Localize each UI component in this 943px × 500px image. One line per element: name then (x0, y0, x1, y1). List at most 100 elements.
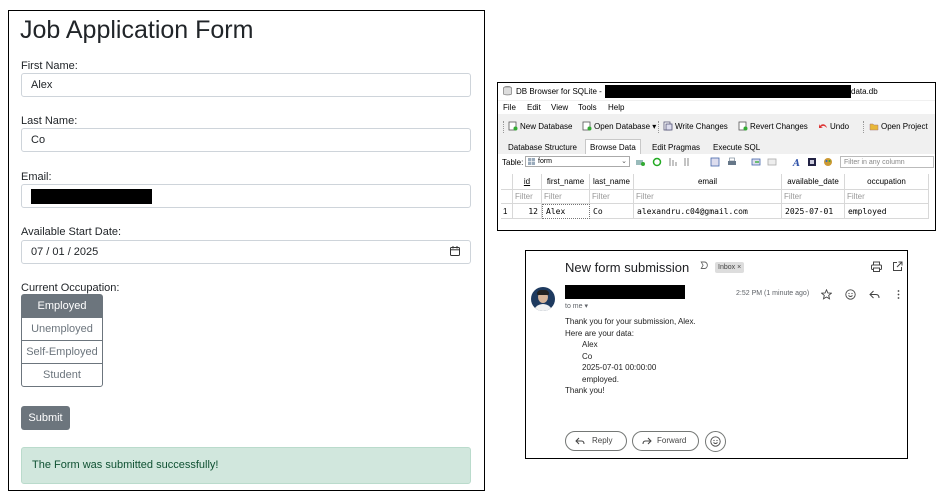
first-name-input[interactable]: Alex (21, 73, 471, 97)
star-icon[interactable] (821, 289, 832, 300)
avatar-shirt (533, 304, 553, 311)
open-project-button[interactable]: Open Project (869, 121, 928, 131)
svg-text:A: A (792, 159, 800, 167)
menu-edit[interactable]: Edit (527, 103, 541, 112)
delete-record-icon[interactable] (767, 157, 777, 167)
db-toolbar: New Database Open Database ▾ Write Chang… (498, 117, 935, 137)
db-window-title: DB Browser for SQLite - (516, 87, 602, 96)
column-header-email[interactable]: email (634, 174, 782, 190)
cell-id[interactable]: 12 (513, 204, 542, 219)
label-important-icon[interactable]: ᗤ (700, 261, 708, 272)
filter-last-name-input[interactable]: Filter (590, 190, 634, 204)
color-palette-icon[interactable] (823, 157, 833, 167)
occupation-label: Current Occupation: (21, 282, 120, 294)
insert-record-icon[interactable] (710, 157, 720, 167)
highlight-icon[interactable] (807, 157, 817, 167)
calendar-icon[interactable] (450, 246, 460, 256)
occupation-self-employed-button[interactable]: Self-Employed (21, 340, 103, 364)
print-icon[interactable] (727, 157, 737, 167)
emoji-reaction-button[interactable] (705, 431, 726, 452)
filter-occupation-input[interactable]: Filter (845, 190, 929, 204)
open-in-new-window-icon[interactable] (892, 261, 903, 272)
occupation-student-button[interactable]: Student (21, 363, 103, 387)
email-greeting: Thank you for your submission, Alex. (565, 317, 696, 326)
email-timestamp: 2:52 PM (1 minute ago) (736, 290, 810, 297)
revert-changes-button[interactable]: Revert Changes (738, 121, 808, 131)
menu-view[interactable]: View (551, 103, 568, 112)
clear-filters-icon[interactable] (635, 157, 645, 167)
filter-first-name-input[interactable]: Filter (542, 190, 590, 204)
font-icon[interactable]: A (791, 157, 801, 167)
column-header-last-name[interactable]: last_name (590, 174, 634, 190)
row-number[interactable]: 1 (501, 204, 513, 219)
start-date-label: Available Start Date: (21, 226, 122, 238)
email-input[interactable] (21, 184, 471, 208)
reply-button[interactable]: Reply (565, 431, 627, 451)
last-name-input[interactable]: Co (21, 128, 471, 152)
filter-in-any-column-input[interactable]: Filter in any column (840, 156, 934, 168)
open-database-icon (582, 121, 592, 131)
table-icon (528, 158, 535, 165)
success-alert: The Form was submitted successfully! (21, 447, 471, 484)
cell-last-name[interactable]: Co (590, 204, 634, 219)
sort-icon[interactable] (668, 157, 678, 167)
email-value-occupation: employed. (582, 375, 619, 384)
filter-id-input[interactable]: Filter (513, 190, 542, 204)
inbox-label-text: Inbox (718, 264, 736, 271)
sender-avatar[interactable] (531, 287, 555, 311)
forward-icon (642, 437, 652, 445)
email-intro: Here are your data: (565, 329, 634, 338)
open-database-button[interactable]: Open Database ▾ (582, 121, 656, 131)
occupation-employed-button[interactable]: Employed (21, 294, 103, 318)
cell-first-name[interactable]: Alex (542, 204, 590, 219)
filter-available-date-input[interactable]: Filter (782, 190, 845, 204)
email-message: New form submission ᗤ Inbox × to me ▾ 2:… (525, 250, 908, 459)
inbox-label-badge: Inbox × (715, 262, 745, 273)
forward-button[interactable]: Forward (632, 431, 699, 451)
new-database-button[interactable]: New Database (508, 121, 572, 131)
cell-occupation[interactable]: employed (845, 204, 929, 219)
cell-email[interactable]: alexandru.c04@gmail.com (634, 204, 782, 219)
write-changes-button[interactable]: Write Changes (663, 121, 728, 131)
print-icon[interactable] (871, 261, 882, 272)
column-header-available-date[interactable]: available_date (782, 174, 845, 190)
occupation-unemployed-button[interactable]: Unemployed (21, 317, 103, 341)
new-record-icon[interactable] (751, 157, 761, 167)
more-options-icon[interactable] (893, 289, 904, 300)
refresh-icon[interactable] (652, 157, 662, 167)
email-value-first-name: Alex (582, 340, 598, 349)
column-header-id[interactable]: id (513, 174, 542, 190)
column-header-occupation[interactable]: occupation (845, 174, 929, 190)
menu-tools[interactable]: Tools (578, 103, 597, 112)
menu-help[interactable]: Help (608, 103, 624, 112)
tab-execute-sql[interactable]: Execute SQL (709, 141, 764, 154)
tab-edit-pragmas[interactable]: Edit Pragmas (648, 141, 704, 154)
remove-label-icon[interactable]: × (737, 264, 741, 271)
cell-available-date[interactable]: 2025-07-01 (782, 204, 845, 219)
email-label: Email: (21, 171, 52, 183)
table-select-value: form (538, 158, 552, 165)
tab-database-structure[interactable]: Database Structure (504, 141, 581, 154)
recipient-label: to me (565, 303, 583, 310)
submit-button[interactable]: Submit (21, 406, 70, 430)
column-header-first-name[interactable]: first_name (542, 174, 590, 190)
menu-file[interactable]: File (503, 103, 516, 112)
undo-label: Undo (830, 122, 850, 131)
emoji-reaction-icon[interactable] (845, 289, 856, 300)
db-path-redaction (605, 85, 851, 98)
filter-email-input[interactable]: Filter (634, 190, 782, 204)
database-icon (503, 86, 512, 96)
dropdown-caret-icon[interactable]: ▾ (650, 122, 656, 131)
first-name-label: First Name: (21, 60, 78, 72)
recipient-dropdown[interactable]: to me ▾ (565, 302, 588, 310)
undo-button[interactable]: Undo (818, 121, 849, 131)
db-menubar: File Edit View Tools Help (498, 101, 935, 114)
start-date-input[interactable]: 07 / 01 / 2025 (21, 240, 471, 264)
open-database-label: Open Database (594, 122, 651, 131)
table-select[interactable]: form ⌄ (525, 156, 630, 167)
tab-browse-data[interactable]: Browse Data (585, 139, 641, 155)
write-changes-label: Write Changes (675, 122, 728, 131)
filter-columns-icon[interactable] (683, 157, 693, 167)
reply-icon[interactable] (869, 289, 880, 300)
job-application-form: Job Application Form First Name: Alex La… (8, 10, 485, 491)
